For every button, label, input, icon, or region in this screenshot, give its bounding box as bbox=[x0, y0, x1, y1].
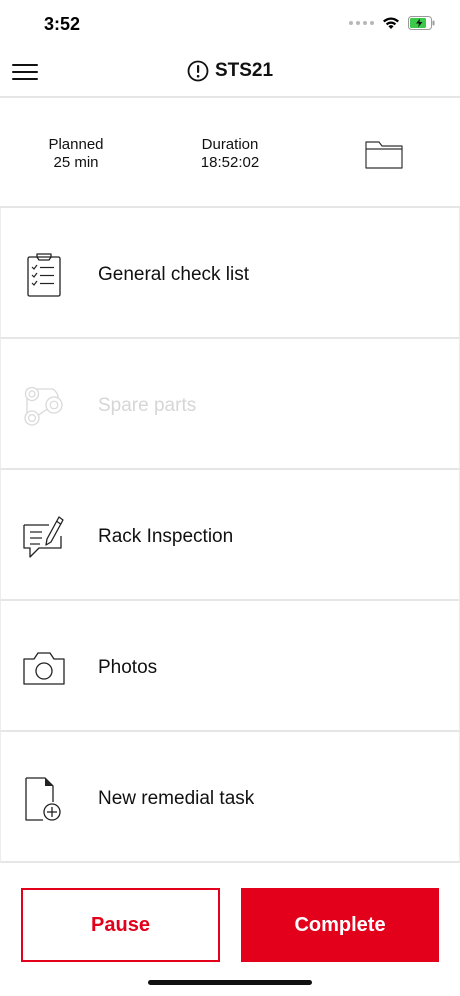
planned-label: Planned bbox=[48, 136, 104, 153]
camera-icon bbox=[23, 652, 65, 685]
speech-pencil-icon bbox=[23, 516, 64, 558]
status-time: 3:52 bbox=[44, 14, 81, 34]
battery-charging-icon bbox=[408, 16, 435, 30]
duration-value: 18:52:02 bbox=[200, 154, 260, 171]
nav-bar: STS21 bbox=[0, 48, 460, 98]
page-title: STS21 bbox=[214, 60, 274, 81]
clipboard-checklist-icon bbox=[27, 253, 61, 297]
gears-icon bbox=[24, 386, 63, 426]
status-bar: 3:52 bbox=[0, 0, 460, 48]
task-list: General check list Spare parts Rack Insp… bbox=[0, 208, 460, 863]
home-indicator bbox=[148, 980, 312, 985]
task-item-new-remedial-task[interactable]: New remedial task bbox=[0, 732, 460, 863]
task-label-new-remedial-task: New remedial task bbox=[98, 788, 255, 809]
alert-circle-icon bbox=[187, 60, 209, 82]
duration-info: Duration 18:52:02 bbox=[184, 136, 276, 172]
task-label-rack-inspection: Rack Inspection bbox=[98, 526, 234, 547]
pause-button[interactable]: Pause bbox=[21, 888, 220, 962]
planned-value: 25 min bbox=[53, 154, 99, 171]
status-icons bbox=[349, 16, 436, 30]
nav-title-group: STS21 bbox=[0, 60, 460, 82]
task-item-photos[interactable]: Photos bbox=[0, 601, 460, 732]
app-screen: 3:52 STS21 Planned 25 min Duration 18:52… bbox=[0, 0, 460, 996]
planned-info: Planned 25 min bbox=[36, 136, 116, 172]
task-item-rack-inspection[interactable]: Rack Inspection bbox=[0, 470, 460, 601]
task-label-general-check-list: General check list bbox=[98, 264, 250, 285]
complete-button[interactable]: Complete bbox=[241, 888, 439, 962]
folder-icon[interactable] bbox=[364, 136, 404, 172]
task-summary: Planned 25 min Duration 18:52:02 bbox=[0, 100, 460, 208]
duration-label: Duration bbox=[201, 136, 259, 153]
task-label-spare-parts: Spare parts bbox=[98, 395, 197, 416]
task-label-photos: Photos bbox=[98, 657, 158, 678]
task-item-general-check-list[interactable]: General check list bbox=[0, 208, 460, 339]
wifi-icon bbox=[383, 17, 399, 29]
document-plus-icon bbox=[25, 777, 61, 821]
task-item-spare-parts: Spare parts bbox=[0, 339, 460, 470]
cellular-dots-icon bbox=[349, 21, 374, 25]
